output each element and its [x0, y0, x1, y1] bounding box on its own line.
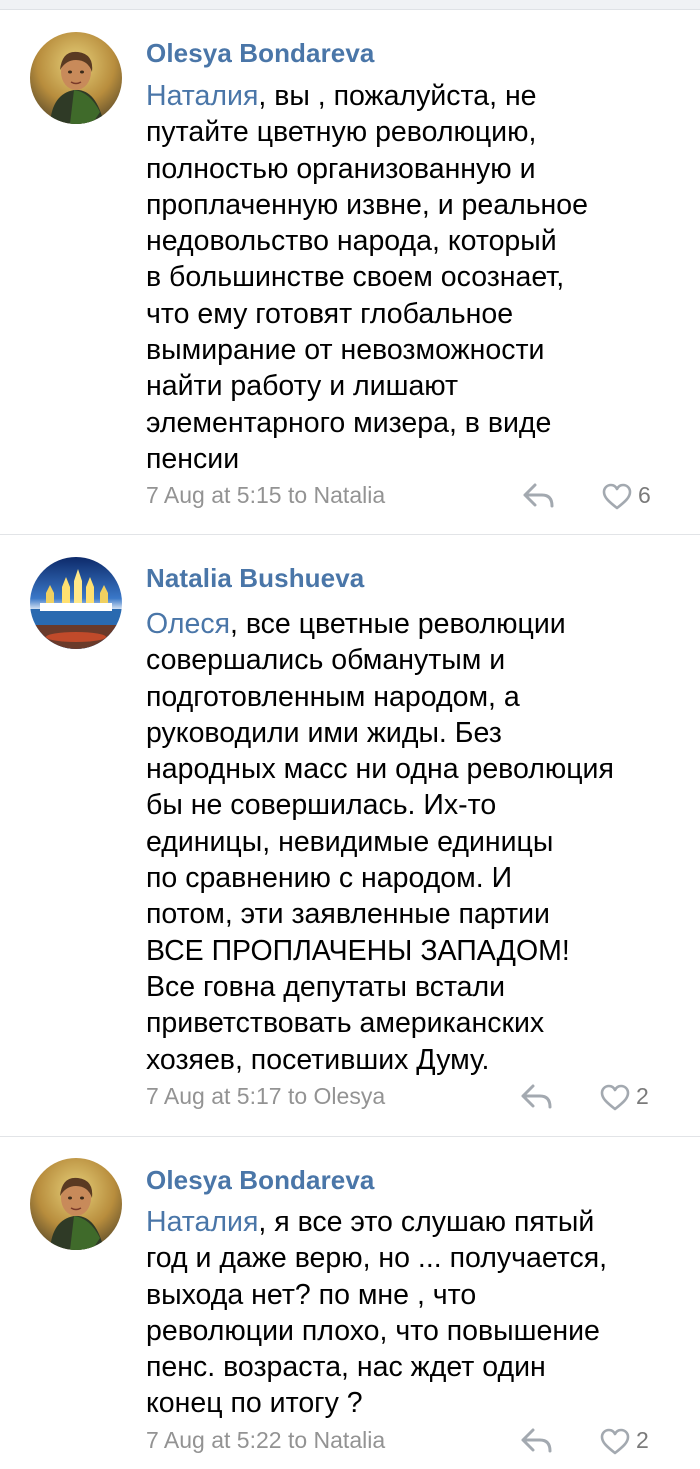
comment-line: единицы, невидимые единицы	[146, 825, 554, 858]
comment-author[interactable]: Olesya Bondareva	[146, 38, 375, 69]
comment-line: полностью организованную и	[146, 152, 536, 185]
comment-line: народных масс ни одна революция	[146, 753, 614, 786]
comment-line: совершались обманутым и	[146, 644, 506, 677]
like-count: 2	[636, 1083, 649, 1109]
comment-line: недовольство народа, который	[146, 225, 557, 258]
mention-link[interactable]: Олеся	[146, 608, 230, 640]
comment-line: элементарного мизера, в виде	[146, 406, 552, 439]
comment-line: путайте цветную революцию,	[146, 116, 537, 149]
avatar-olesya[interactable]	[30, 1158, 122, 1250]
mention-link[interactable]: Наталия	[146, 1206, 258, 1238]
top-bar	[0, 0, 700, 10]
comment-text: Наталия, вы , пожалуйста, не путайте цве…	[146, 78, 676, 477]
heart-icon	[600, 1428, 630, 1455]
comment-line: революции плохо, что повышение	[146, 1314, 600, 1347]
avatar-olesya[interactable]	[30, 32, 122, 124]
like-count: 2	[636, 1427, 649, 1453]
avatar-natalia[interactable]	[30, 557, 122, 649]
comment-text: Наталия, я все это слушаю пятый год и да…	[146, 1204, 676, 1422]
comment-line: конец по итогу ?	[146, 1387, 363, 1420]
heart-icon	[602, 483, 632, 510]
comment-meta[interactable]: 7 Aug at 5:15 to Natalia	[146, 482, 385, 509]
comment-line: Наталия, я все это слушаю пятый	[146, 1206, 595, 1238]
comment-line: пенс. возраста, нас ждет один	[146, 1351, 546, 1384]
comment-line: ВСЕ ПРОПЛАЧЕНЫ ЗАПАДОМ!	[146, 934, 570, 967]
reply-icon[interactable]	[520, 1083, 554, 1111]
comment-line: приветствовать американских	[146, 1007, 545, 1040]
comment-line: вымирание от невозможности	[146, 334, 545, 367]
comment-line: подготовленным народом, а	[146, 680, 520, 713]
comment-line: Все говна депутаты встали	[146, 970, 506, 1003]
comment-line: руководили ими жиды. Без	[146, 716, 502, 749]
reply-icon[interactable]	[522, 482, 556, 510]
reply-icon[interactable]	[520, 1427, 554, 1455]
comment-line: хозяев, посетивших Думу.	[146, 1043, 490, 1076]
heart-icon	[600, 1084, 630, 1111]
comment-line: потом, эти заявленные партии	[146, 898, 550, 931]
comment-line: год и даже верю, но ... получается,	[146, 1242, 608, 1275]
comment-text: Олеся, все цветные революции совершались…	[146, 606, 676, 1078]
comment-meta[interactable]: 7 Aug at 5:22 to Natalia	[146, 1427, 385, 1454]
comment-line: что ему готовят глобальное	[146, 297, 514, 330]
comment-line: Наталия, вы , пожалуйста, не	[146, 80, 537, 112]
comment-line: в большинстве своем осознает,	[146, 261, 565, 294]
comment-line: по сравнению с народом. И	[146, 862, 513, 895]
divider	[0, 1136, 700, 1137]
like-count: 6	[638, 482, 651, 508]
comment-line: выхода нет? по мне , что	[146, 1278, 477, 1311]
comment-line: проплаченную извне, и реальное	[146, 188, 589, 221]
comment-line: пенсии	[146, 442, 240, 475]
comment-author[interactable]: Natalia Bushueva	[146, 563, 364, 594]
comment-author[interactable]: Olesya Bondareva	[146, 1165, 375, 1196]
comment-meta[interactable]: 7 Aug at 5:17 to Olesya	[146, 1083, 385, 1110]
mention-link[interactable]: Наталия	[146, 80, 258, 112]
comment-line: Олеся, все цветные революции	[146, 608, 566, 640]
comment-line: найти работу и лишают	[146, 370, 459, 403]
divider	[0, 534, 700, 535]
comment-line: бы не совершилась. Их-то	[146, 789, 497, 822]
